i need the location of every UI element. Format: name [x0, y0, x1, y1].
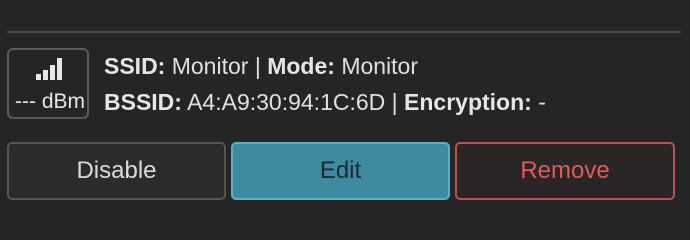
ssid-value: Monitor: [171, 53, 249, 79]
separator: |: [391, 89, 398, 115]
signal-indicator: --- dBm: [7, 48, 89, 119]
ssid-label: SSID:: [104, 53, 166, 79]
network-info-line-2: BSSID: A4:A9:30:94:1C:6D | Encryption: -: [104, 89, 546, 116]
edit-button[interactable]: Edit: [231, 142, 450, 200]
separator: |: [254, 53, 261, 79]
signal-dbm-value: --- dBm: [15, 90, 85, 113]
encryption-value: -: [538, 89, 546, 115]
network-info-line-1: SSID: Monitor | Mode: Monitor: [104, 53, 418, 80]
signal-strength-icon: [36, 58, 62, 80]
disable-button[interactable]: Disable: [7, 142, 226, 200]
bssid-value: A4:A9:30:94:1C:6D: [187, 89, 386, 115]
remove-button[interactable]: Remove: [455, 142, 675, 200]
encryption-label: Encryption:: [404, 89, 532, 115]
bssid-label: BSSID:: [104, 89, 182, 115]
top-divider: [7, 31, 681, 33]
mode-value: Monitor: [341, 53, 419, 79]
mode-label: Mode:: [267, 53, 335, 79]
